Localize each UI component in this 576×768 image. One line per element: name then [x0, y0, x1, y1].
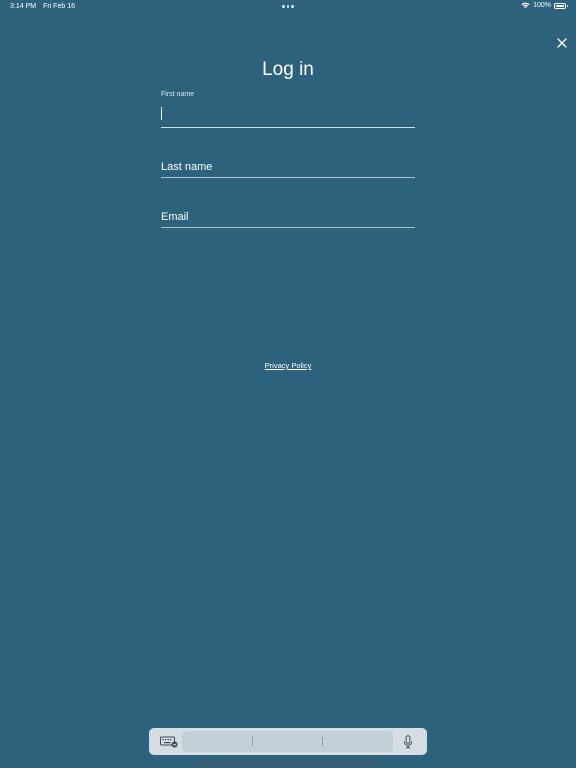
- keyboard-icon[interactable]: [160, 736, 178, 748]
- keyboard-shortcut-bar: [149, 728, 427, 755]
- suggestion-separator: [252, 737, 253, 746]
- first-name-label: First name: [161, 91, 195, 98]
- last-name-placeholder: Last name: [161, 161, 213, 173]
- suggestion-separator: [322, 737, 323, 746]
- first-name-input[interactable]: [161, 105, 415, 128]
- home-indicator: [199, 761, 377, 765]
- microphone-icon[interactable]: [403, 735, 413, 749]
- status-time-date: 3:14 PM Fri Feb 16: [10, 3, 75, 10]
- email-input[interactable]: Email: [161, 205, 415, 228]
- close-icon: [557, 38, 567, 48]
- status-indicators: 100%: [521, 2, 568, 9]
- dot: [291, 5, 294, 8]
- multitasking-dots[interactable]: [282, 5, 294, 8]
- email-field[interactable]: Email: [161, 200, 415, 228]
- dot: [282, 5, 285, 8]
- page-title: Log in: [262, 59, 314, 80]
- battery-icon: [554, 2, 568, 9]
- first-name-field[interactable]: First name: [161, 86, 415, 128]
- battery-percent: 100%: [533, 2, 551, 9]
- last-name-input[interactable]: Last name: [161, 155, 415, 178]
- dot: [286, 5, 289, 8]
- last-name-field[interactable]: Last name: [161, 150, 415, 178]
- privacy-policy-container: Privacy Policy: [0, 361, 576, 370]
- privacy-policy-link[interactable]: Privacy Policy: [265, 361, 312, 370]
- status-bar: 3:14 PM Fri Feb 16 100%: [0, 0, 576, 14]
- close-button[interactable]: [553, 34, 571, 52]
- status-time: 3:14 PM: [10, 3, 37, 10]
- status-date: Fri Feb 16: [43, 3, 75, 10]
- wifi-icon: [521, 2, 530, 9]
- battery-fill: [556, 4, 564, 7]
- email-placeholder: Email: [161, 211, 189, 223]
- text-cursor: [161, 107, 162, 120]
- predictive-text-bar: [182, 731, 393, 752]
